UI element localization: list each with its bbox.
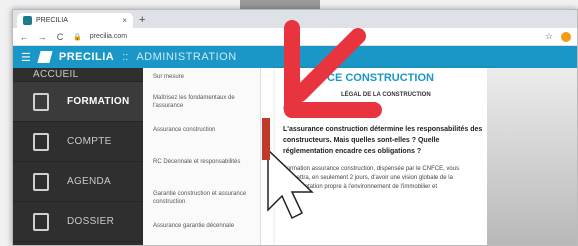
submenu-item[interactable]: Maîtrisez les fondamentaux de l'assuranc… xyxy=(143,88,260,120)
browser-toolbar: ← → C 🔒 precilia.com ☆ xyxy=(13,28,577,46)
sidebar-item-agenda[interactable]: AGENDA xyxy=(13,162,143,202)
formation-icon xyxy=(33,92,49,111)
content-card: CE CONSTRUCTION LÉGAL DE LA CONSTRUCTION… xyxy=(275,68,495,245)
sidebar-item-label: COMPTE xyxy=(67,136,112,147)
content-subtitle: LÉGAL DE LA CONSTRUCTION xyxy=(341,92,431,98)
content-paragraph: Formation assurance construction, dispen… xyxy=(283,166,460,190)
app-header: ☰ PRECILIA :: ADMINISTRATION xyxy=(13,46,577,68)
reload-button[interactable]: C xyxy=(55,32,65,42)
forward-button[interactable]: → xyxy=(37,32,47,42)
folder-icon xyxy=(33,212,49,231)
submenu: Sur mesure Maîtrisez les fondamentaux de… xyxy=(143,68,261,245)
bookmark-star-icon[interactable]: ☆ xyxy=(545,31,553,42)
sidebar-item-formation[interactable]: FORMATION xyxy=(13,82,143,122)
sidebar: ACCUEIL FORMATION COMPTE AGENDA DOSSIER xyxy=(13,68,143,245)
tab-bar: PRECILIA × + xyxy=(13,10,577,28)
sidebar-item-label: ACCUEIL xyxy=(33,69,79,80)
favicon-icon xyxy=(23,16,32,25)
sidebar-item-label: DOSSIER xyxy=(67,216,115,227)
sidebar-item-label: FORMATION xyxy=(67,96,130,107)
section-title: ADMINISTRATION xyxy=(136,51,237,63)
submenu-item[interactable]: Garantie construction et assurance const… xyxy=(143,184,260,216)
decorative-photo xyxy=(487,68,577,245)
tab-title: PRECILIA xyxy=(36,17,68,24)
calendar-icon xyxy=(33,172,49,191)
submenu-item[interactable]: Assurance construction xyxy=(143,120,260,152)
content-question: L'assurance construction détermine les r… xyxy=(283,126,483,155)
sidebar-item-compte[interactable]: COMPTE xyxy=(13,122,143,162)
address-bar[interactable]: precilia.com xyxy=(90,33,537,40)
content-meta: Durée conseillée 2 JOURS xyxy=(283,106,343,112)
content-area: CE CONSTRUCTION LÉGAL DE LA CONSTRUCTION… xyxy=(261,68,577,245)
sidebar-item-label: AGENDA xyxy=(67,176,112,187)
brand-name: PRECILIA xyxy=(58,51,115,63)
submenu-item[interactable]: Sur mesure xyxy=(143,70,260,88)
account-avatar[interactable] xyxy=(561,31,571,42)
browser-tab[interactable]: PRECILIA × xyxy=(17,13,133,28)
hamburger-menu-icon[interactable]: ☰ xyxy=(21,51,31,64)
logo-icon xyxy=(37,51,53,63)
browser-window: PRECILIA × + ← → C 🔒 precilia.com ☆ ☰ PR… xyxy=(12,9,578,246)
app-body: ACCUEIL FORMATION COMPTE AGENDA DOSSIER … xyxy=(13,68,577,245)
new-tab-button[interactable]: + xyxy=(139,13,145,28)
sidebar-item-dossier[interactable]: DOSSIER xyxy=(13,202,143,242)
content-title: CE CONSTRUCTION xyxy=(327,72,434,84)
sidebar-item-accueil[interactable]: ACCUEIL xyxy=(13,68,143,82)
tab-close-icon[interactable]: × xyxy=(122,16,127,25)
submenu-item[interactable]: RC Décennale et responsabilités xyxy=(143,152,260,184)
submenu-item[interactable]: Assurance garantie décennale xyxy=(143,216,260,245)
account-icon xyxy=(33,132,49,151)
back-button[interactable]: ← xyxy=(19,32,29,42)
lock-icon: 🔒 xyxy=(73,33,82,41)
brand-separator: :: xyxy=(122,51,129,63)
